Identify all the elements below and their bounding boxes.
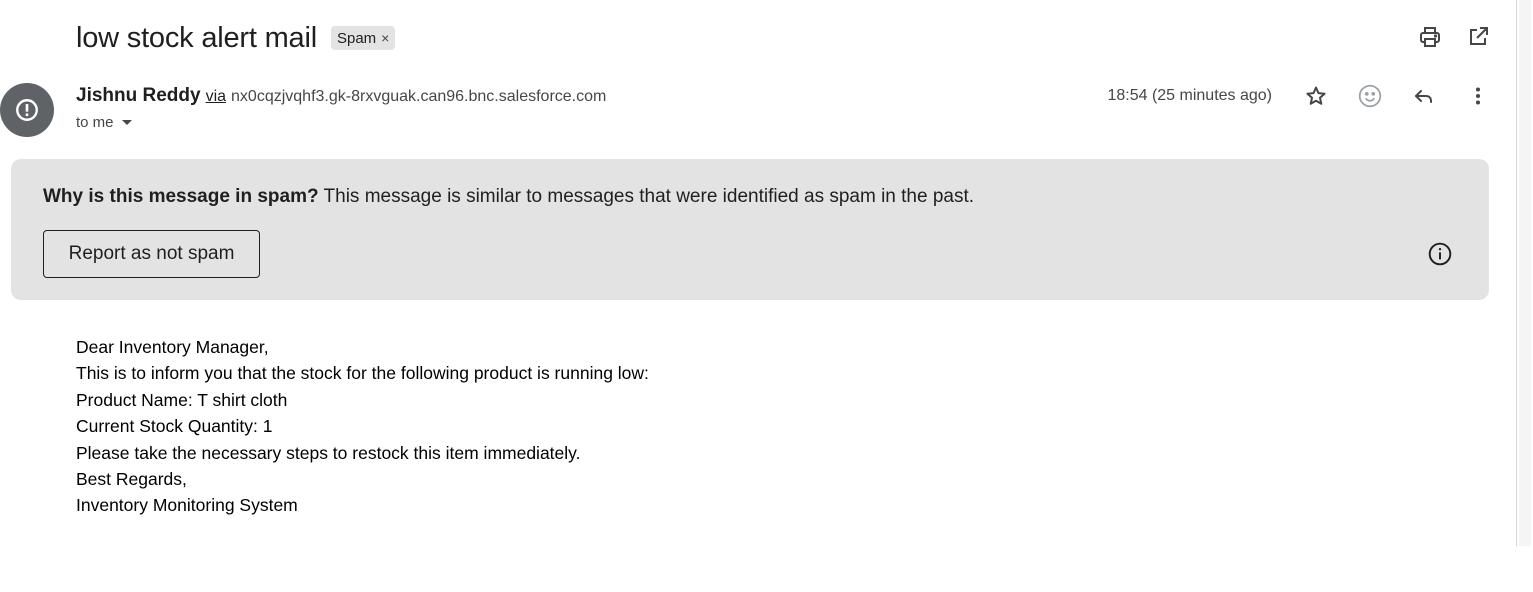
thread-actions <box>1417 24 1491 50</box>
scrollbar-thumb[interactable] <box>1519 0 1531 546</box>
spam-warning-banner: Why is this message in spam? This messag… <box>11 159 1489 300</box>
subject-row: low stock alert mail Spam × <box>76 18 396 58</box>
vertical-scrollbar[interactable] <box>1516 0 1533 546</box>
body-line: Inventory Monitoring System <box>76 495 298 516</box>
body-line: Please take the necessary steps to resto… <box>76 442 581 463</box>
body-line: This is to inform you that the stock for… <box>76 363 649 384</box>
message-actions <box>1303 83 1491 109</box>
message-timestamp: 18:54 (25 minutes ago) <box>1107 87 1272 104</box>
via-link[interactable]: via <box>206 88 226 106</box>
print-icon[interactable] <box>1417 24 1443 50</box>
body-line: Dear Inventory Manager, <box>76 337 269 357</box>
sender-line: Jishnu Reddy via nx0cqzjvqhf3.gk-8rxvgua… <box>76 85 606 107</box>
email-view: low stock alert mail Spam × Jishnu Reddy… <box>0 0 1533 592</box>
email-body: Dear Inventory Manager, This is to infor… <box>76 334 649 519</box>
spam-explanation: Why is this message in spam? This messag… <box>43 186 974 208</box>
info-icon[interactable] <box>1427 241 1453 267</box>
spam-warning-icon <box>16 99 38 121</box>
spam-reason: This message is similar to messages that… <box>318 186 975 207</box>
avatar[interactable] <box>0 83 54 137</box>
spam-question: Why is this message in spam? <box>43 186 319 207</box>
reply-icon[interactable] <box>1411 83 1437 109</box>
body-line: Best Regards, <box>76 469 187 490</box>
emoji-reaction-icon[interactable] <box>1357 83 1383 109</box>
star-icon[interactable] <box>1303 83 1329 109</box>
spam-label-text: Spam <box>336 29 377 47</box>
report-not-spam-button[interactable]: Report as not spam <box>43 230 260 278</box>
email-subject: low stock alert mail <box>76 22 317 54</box>
body-line: Current Stock Quantity: 1 <box>76 416 273 437</box>
open-in-new-icon[interactable] <box>1465 24 1491 50</box>
sender-name[interactable]: Jishnu Reddy <box>76 85 201 107</box>
more-vert-icon[interactable] <box>1465 83 1491 109</box>
body-line: Product Name: T shirt cloth <box>76 389 288 410</box>
via-domain: nx0cqzjvqhf3.gk-8rxvguak.can96.bnc.sales… <box>231 88 607 105</box>
caret-down-icon <box>121 120 132 125</box>
recipient-label: to me <box>76 114 114 131</box>
recipient-dropdown[interactable]: to me <box>76 114 132 131</box>
remove-label-icon[interactable]: × <box>381 30 389 46</box>
spam-label-chip: Spam × <box>330 26 396 50</box>
